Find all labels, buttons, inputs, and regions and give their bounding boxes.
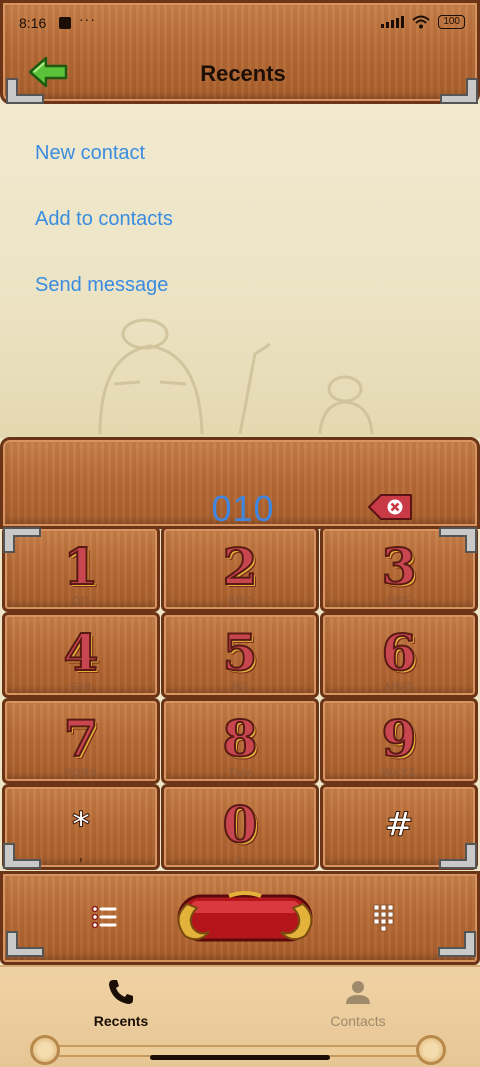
status-icons: 100 xyxy=(381,15,465,29)
corner-bracket-decoration xyxy=(3,527,41,553)
backspace-button[interactable] xyxy=(367,493,413,521)
corner-bracket-decoration xyxy=(439,527,477,553)
corner-bracket-decoration xyxy=(440,78,478,104)
corner-bracket-decoration xyxy=(438,931,476,957)
dialer-action-bar xyxy=(0,871,480,965)
key-letters: MNO xyxy=(385,681,413,693)
corner-bracket-decoration xyxy=(439,843,477,869)
page-title: Recents xyxy=(200,61,286,86)
status-overflow: ··· xyxy=(79,11,96,27)
key-0[interactable]: 0 + xyxy=(161,784,319,870)
corner-bracket-decoration xyxy=(6,931,44,957)
send-message-link[interactable]: Send message xyxy=(35,274,168,297)
tab-label: Recents xyxy=(93,1013,149,1029)
key-9[interactable]: 9 WXYZ xyxy=(320,698,478,784)
key-digit: 2 xyxy=(222,536,259,597)
key-digit: 8 xyxy=(222,708,259,769)
key-digit: 9 xyxy=(381,708,418,769)
dial-display-panel: 010 xyxy=(0,437,480,529)
dialpad-button[interactable] xyxy=(369,902,399,932)
key-4[interactable]: 4 GHI xyxy=(2,612,160,698)
keypad: 1 QO 2 ABC 3 DEF 4 GHI 5 JKL 6 MNO 7 PQR… xyxy=(0,526,480,871)
corner-bracket-decoration xyxy=(3,843,41,869)
key-5[interactable]: 5 JKL xyxy=(161,612,319,698)
key-digit: * xyxy=(72,805,91,846)
recents-content: New contact Add to contacts Send message xyxy=(0,104,480,438)
background-illustration xyxy=(98,318,374,435)
rail-knob-decoration xyxy=(416,1035,446,1065)
key-letters: DEF xyxy=(387,595,411,607)
key-8[interactable]: 8 TUV xyxy=(161,698,319,784)
key-digit: 0 xyxy=(222,794,259,855)
new-contact-link[interactable]: New contact xyxy=(35,142,145,165)
key-letters: WXYZ xyxy=(382,767,416,779)
backspace-icon xyxy=(368,494,412,520)
person-icon xyxy=(346,981,370,1004)
key-digit: 4 xyxy=(63,622,100,683)
tab-recents[interactable]: Recents xyxy=(41,977,201,1037)
signal-icon xyxy=(381,16,405,28)
key-letters: GHI xyxy=(70,681,92,693)
dialpad-icon xyxy=(373,904,394,932)
bottom-navigation: Recents Contacts xyxy=(0,965,480,1067)
status-time: 8:16 xyxy=(19,15,47,31)
key-digit: 6 xyxy=(381,622,418,683)
key-6[interactable]: 6 MNO xyxy=(320,612,478,698)
key-letters: PQRS xyxy=(64,767,98,779)
app-header: 8:16 ··· 100 Recents xyxy=(0,0,480,104)
key-2[interactable]: 2 ABC xyxy=(161,526,319,612)
key-7[interactable]: 7 PQRS xyxy=(2,698,160,784)
key-letters: ABC xyxy=(227,595,253,607)
tab-contacts[interactable]: Contacts xyxy=(278,977,438,1037)
call-log-icon xyxy=(91,905,117,929)
home-indicator[interactable] xyxy=(150,1055,330,1060)
tab-label: Contacts xyxy=(330,1013,386,1029)
key-letters: JKL xyxy=(229,681,251,693)
key-letters: + xyxy=(236,853,244,865)
wifi-icon xyxy=(412,15,430,29)
key-digit: # xyxy=(384,805,414,846)
key-letters: QO xyxy=(71,595,91,607)
add-to-contacts-link[interactable]: Add to contacts xyxy=(35,208,173,231)
status-bar: 8:16 ··· 100 xyxy=(3,3,480,47)
key-digit: 7 xyxy=(63,708,100,769)
key-letters: TUV xyxy=(228,767,252,779)
notification-icon xyxy=(59,17,71,29)
corner-bracket-decoration xyxy=(6,78,44,104)
call-button[interactable] xyxy=(169,890,321,946)
battery-icon: 100 xyxy=(438,15,465,29)
phone-icon xyxy=(109,980,133,1004)
call-icon xyxy=(177,891,313,942)
rail-knob-decoration xyxy=(30,1035,60,1065)
key-digit: 5 xyxy=(222,622,259,683)
call-log-button[interactable] xyxy=(89,902,119,932)
